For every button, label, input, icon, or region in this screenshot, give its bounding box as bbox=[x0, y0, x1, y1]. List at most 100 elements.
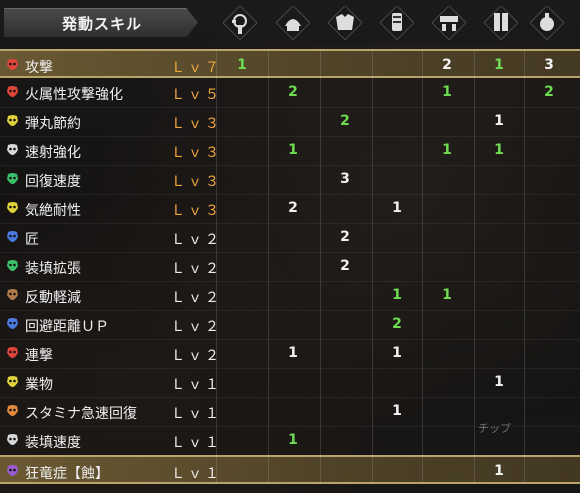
skill-point-value: 1 bbox=[494, 142, 504, 158]
skill-point-value: 2 bbox=[392, 316, 402, 332]
skill-point-value: 2 bbox=[340, 113, 350, 129]
skill-level: Ｌｖ１ bbox=[171, 466, 222, 482]
skill-level: Ｌｖ２ bbox=[171, 319, 222, 335]
skill-point-value: 1 bbox=[392, 403, 402, 419]
skill-point-value: 1 bbox=[237, 57, 247, 73]
skill-level: Ｌｖ２ bbox=[171, 290, 222, 306]
skill-level: Ｌｖ２ bbox=[171, 348, 222, 364]
skill-row[interactable]: 業物 Ｌｖ１ 1 bbox=[0, 368, 580, 398]
skill-row[interactable]: 気絶耐性 Ｌｖ３ 2 1 bbox=[0, 194, 580, 224]
skill-name: 攻撃 bbox=[25, 60, 53, 76]
skill-point-value: 1 bbox=[442, 84, 452, 100]
waist-armor-icon bbox=[432, 6, 466, 40]
skill-point-value: 3 bbox=[544, 57, 554, 73]
skill-gem-icon bbox=[5, 85, 20, 98]
page-title: 発動スキル bbox=[62, 15, 143, 33]
skill-gem-icon bbox=[5, 259, 20, 272]
skill-point-value: 1 bbox=[288, 345, 298, 361]
skill-name: 連撃 bbox=[25, 348, 53, 364]
skill-row[interactable]: 装填拡張 Ｌｖ２ 2 bbox=[0, 252, 580, 282]
skill-point-value: 3 bbox=[340, 171, 350, 187]
skill-point-value: 1 bbox=[494, 57, 504, 73]
skill-name: 装填拡張 bbox=[25, 261, 81, 277]
skill-table-header: 発動スキル bbox=[0, 0, 580, 44]
column-divider bbox=[372, 49, 373, 484]
column-divider bbox=[474, 49, 475, 484]
skill-row[interactable]: 回避距離ＵＰ Ｌｖ２ 2 bbox=[0, 310, 580, 340]
skill-gem-icon bbox=[5, 201, 20, 214]
skill-point-value: 1 bbox=[392, 200, 402, 216]
skill-point-value: 1 bbox=[288, 432, 298, 448]
arm-armor-icon bbox=[380, 6, 414, 40]
skill-name: 匠 bbox=[25, 232, 39, 248]
weapon-icon bbox=[223, 6, 257, 40]
chest-armor-icon bbox=[328, 6, 362, 40]
skill-point-value: 2 bbox=[544, 84, 554, 100]
skill-point-value: 2 bbox=[340, 258, 350, 274]
skill-gem-icon bbox=[5, 346, 20, 359]
skill-row[interactable]: 速射強化 Ｌｖ３ 1 1 1 bbox=[0, 136, 580, 166]
skill-point-value: 1 bbox=[392, 287, 402, 303]
skill-level: Ｌｖ１ bbox=[171, 435, 222, 451]
skill-point-value: 2 bbox=[442, 57, 452, 73]
skill-row[interactable]: 狂竜症【蝕】 Ｌｖ１ 1 bbox=[0, 455, 580, 484]
skill-point-value: 1 bbox=[442, 287, 452, 303]
skill-name: 狂竜症【蝕】 bbox=[25, 466, 109, 482]
skill-row[interactable]: 火属性攻撃強化 Ｌｖ５ 2 1 2 bbox=[0, 78, 580, 108]
skill-level: Ｌｖ２ bbox=[171, 232, 222, 248]
skill-gem-icon bbox=[5, 404, 20, 417]
skill-point-value: 1 bbox=[494, 463, 504, 479]
column-divider bbox=[268, 49, 269, 484]
skill-row[interactable]: 攻撃 Ｌｖ７ 1 2 1 3 bbox=[0, 49, 580, 78]
skill-gem-icon bbox=[5, 172, 20, 185]
skill-point-value: 1 bbox=[442, 142, 452, 158]
skill-row[interactable]: 反動軽減 Ｌｖ２ 1 1 bbox=[0, 281, 580, 311]
skill-name: 弾丸節約 bbox=[25, 116, 81, 132]
skill-level: Ｌｖ３ bbox=[171, 203, 222, 219]
skill-level: Ｌｖ７ bbox=[171, 60, 222, 76]
skill-level: Ｌｖ３ bbox=[171, 145, 222, 161]
skill-level: Ｌｖ３ bbox=[171, 116, 222, 132]
column-divider bbox=[320, 49, 321, 484]
skill-name: 回復速度 bbox=[25, 174, 81, 190]
column-divider bbox=[422, 49, 423, 484]
skill-point-value: 1 bbox=[494, 374, 504, 390]
skill-row[interactable]: 連撃 Ｌｖ２ 1 1 bbox=[0, 339, 580, 369]
skill-gem-icon bbox=[5, 317, 20, 330]
skill-name: スタミナ急速回復 bbox=[25, 406, 137, 422]
skill-name: 回避距離ＵＰ bbox=[25, 319, 109, 335]
skill-level: Ｌｖ３ bbox=[171, 174, 222, 190]
skill-name: 気絶耐性 bbox=[25, 203, 81, 219]
skill-row[interactable]: 弾丸節約 Ｌｖ３ 2 1 bbox=[0, 107, 580, 137]
skill-point-value: 2 bbox=[340, 229, 350, 245]
skill-gem-icon bbox=[5, 375, 20, 388]
skill-gem-icon bbox=[5, 464, 20, 477]
skill-gem-icon bbox=[5, 58, 20, 71]
skill-name: 装填速度 bbox=[25, 435, 81, 451]
head-armor-icon bbox=[276, 6, 310, 40]
skill-gem-icon bbox=[5, 230, 20, 243]
skill-name: 火属性攻撃強化 bbox=[25, 87, 123, 103]
leg-armor-icon bbox=[484, 6, 518, 40]
skill-gem-icon bbox=[5, 433, 20, 446]
skill-gem-icon bbox=[5, 288, 20, 301]
skill-level: Ｌｖ１ bbox=[171, 406, 222, 422]
column-divider bbox=[524, 49, 525, 484]
skill-row[interactable]: 回復速度 Ｌｖ３ 3 bbox=[0, 165, 580, 195]
skill-point-value: 2 bbox=[288, 200, 298, 216]
skill-point-value: 2 bbox=[288, 84, 298, 100]
skill-gem-icon bbox=[5, 114, 20, 127]
skill-name: 反動軽減 bbox=[25, 290, 81, 306]
skill-level: Ｌｖ１ bbox=[171, 377, 222, 393]
skill-name: 業物 bbox=[25, 377, 53, 393]
skill-point-value: 1 bbox=[288, 142, 298, 158]
skill-gem-icon bbox=[5, 143, 20, 156]
skill-point-value: 1 bbox=[494, 113, 504, 129]
skill-row[interactable]: 匠 Ｌｖ２ 2 bbox=[0, 223, 580, 253]
skill-point-value: 1 bbox=[392, 345, 402, 361]
column-divider bbox=[216, 49, 217, 484]
skill-level: Ｌｖ２ bbox=[171, 261, 222, 277]
skill-level: Ｌｖ５ bbox=[171, 87, 222, 103]
background-label: チップ bbox=[478, 422, 511, 435]
charm-icon bbox=[530, 6, 564, 40]
